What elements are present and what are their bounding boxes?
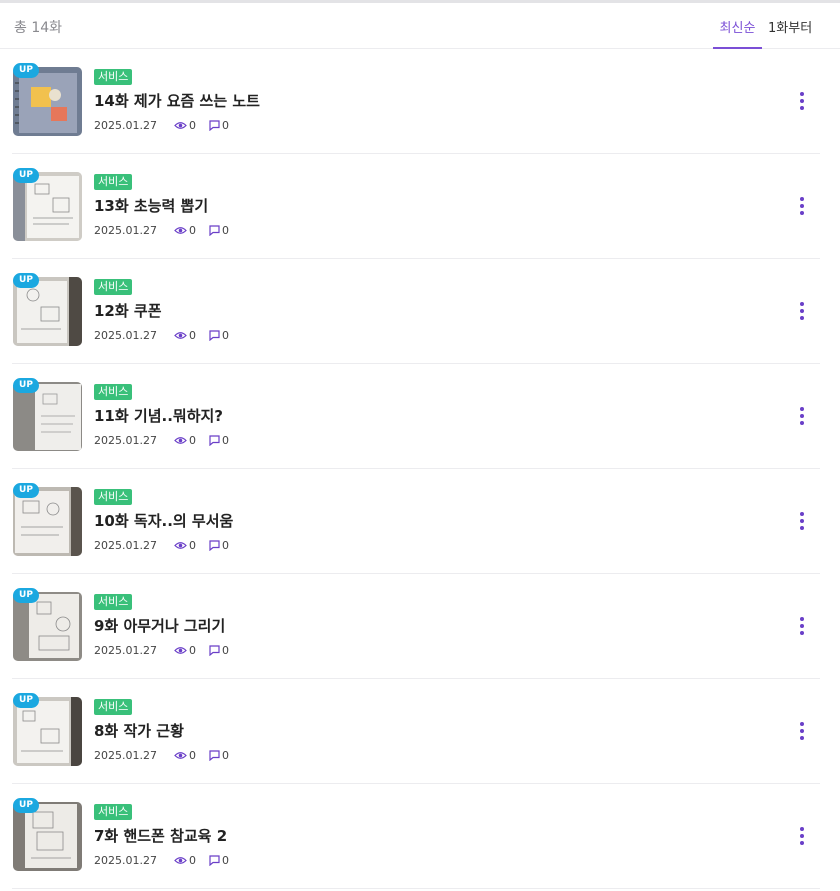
episode-row[interactable]: UP 서비스 7화 핸드폰 참교육 2 2025.01.27 0 0 [12, 784, 820, 889]
comment-icon [209, 540, 220, 551]
comment-count: 0 [222, 539, 229, 552]
sort-newest-tab[interactable]: 최신순 [713, 17, 762, 49]
category-tag: 서비스 [94, 699, 133, 715]
comment-icon [209, 120, 220, 131]
episode-title[interactable]: 14화 제가 요즘 쓰는 노트 [94, 90, 260, 111]
category-tag: 서비스 [94, 174, 133, 190]
comment-icon [209, 435, 220, 446]
more-options-icon[interactable] [794, 299, 810, 323]
up-badge: UP [13, 273, 39, 288]
eye-icon [174, 856, 187, 865]
view-count: 0 [189, 224, 196, 237]
comment-count: 0 [222, 854, 229, 867]
category-tag: 서비스 [94, 489, 133, 505]
more-options-icon[interactable] [794, 614, 810, 638]
episode-row[interactable]: UP 서비스 8화 작가 근황 2025.01.27 0 0 [12, 679, 820, 784]
episode-date: 2025.01.27 [94, 119, 157, 132]
category-tag: 서비스 [94, 594, 133, 610]
episode-list: UP 서비스 14화 제가 요즘 쓰는 노트 2025.01.27 0 0 UP… [0, 49, 840, 889]
comment-icon [209, 330, 220, 341]
view-count: 0 [189, 119, 196, 132]
category-tag: 서비스 [94, 279, 133, 295]
episode-row[interactable]: UP 서비스 13화 초능력 뽑기 2025.01.27 0 0 [12, 154, 820, 259]
episode-total: 총 14화 [14, 20, 63, 36]
eye-icon [174, 751, 187, 760]
episode-meta: 2025.01.27 0 0 [94, 224, 242, 237]
episode-meta: 2025.01.27 0 0 [94, 539, 242, 552]
episode-meta: 2025.01.27 0 0 [94, 854, 242, 867]
episode-title[interactable]: 12화 쿠폰 [94, 300, 162, 321]
comment-count: 0 [222, 749, 229, 762]
up-badge: UP [13, 693, 39, 708]
up-badge: UP [13, 378, 39, 393]
view-count: 0 [189, 539, 196, 552]
list-header: 총 14화 최신순 1화부터 [0, 3, 840, 49]
up-badge: UP [13, 168, 39, 183]
comment-count: 0 [222, 329, 229, 342]
episode-row[interactable]: UP 서비스 11화 기념..뭐하지? 2025.01.27 0 0 [12, 364, 820, 469]
episode-row[interactable]: UP 서비스 10화 독자..의 무서움 2025.01.27 0 0 [12, 469, 820, 574]
episode-date: 2025.01.27 [94, 539, 157, 552]
more-options-icon[interactable] [794, 824, 810, 848]
view-count: 0 [189, 749, 196, 762]
more-options-icon[interactable] [794, 194, 810, 218]
eye-icon [174, 121, 187, 130]
category-tag: 서비스 [94, 804, 133, 820]
view-count: 0 [189, 434, 196, 447]
comment-count: 0 [222, 224, 229, 237]
episode-meta: 2025.01.27 0 0 [94, 119, 242, 132]
up-badge: UP [13, 63, 39, 78]
category-tag: 서비스 [94, 384, 133, 400]
episode-date: 2025.01.27 [94, 224, 157, 237]
episode-date: 2025.01.27 [94, 749, 157, 762]
view-count: 0 [189, 644, 196, 657]
eye-icon [174, 331, 187, 340]
eye-icon [174, 541, 187, 550]
comment-count: 0 [222, 644, 229, 657]
episode-meta: 2025.01.27 0 0 [94, 749, 242, 762]
eye-icon [174, 226, 187, 235]
episode-date: 2025.01.27 [94, 854, 157, 867]
episode-meta: 2025.01.27 0 0 [94, 434, 242, 447]
comment-icon [209, 855, 220, 866]
more-options-icon[interactable] [794, 89, 810, 113]
episode-meta: 2025.01.27 0 0 [94, 329, 242, 342]
comment-count: 0 [222, 434, 229, 447]
episode-title[interactable]: 13화 초능력 뽑기 [94, 195, 208, 216]
episode-title[interactable]: 8화 작가 근황 [94, 720, 184, 741]
more-options-icon[interactable] [794, 509, 810, 533]
comment-icon [209, 750, 220, 761]
comment-icon [209, 225, 220, 236]
up-badge: UP [13, 588, 39, 603]
view-count: 0 [189, 854, 196, 867]
episode-title[interactable]: 7화 핸드폰 참교육 2 [94, 825, 227, 846]
episode-title[interactable]: 9화 아무거나 그리기 [94, 615, 225, 636]
episode-date: 2025.01.27 [94, 329, 157, 342]
view-count: 0 [189, 329, 196, 342]
more-options-icon[interactable] [794, 404, 810, 428]
episode-row[interactable]: UP 서비스 12화 쿠폰 2025.01.27 0 0 [12, 259, 820, 364]
episode-row[interactable]: UP 서비스 9화 아무거나 그리기 2025.01.27 0 0 [12, 574, 820, 679]
episode-date: 2025.01.27 [94, 644, 157, 657]
comment-count: 0 [222, 119, 229, 132]
eye-icon [174, 646, 187, 655]
eye-icon [174, 436, 187, 445]
more-options-icon[interactable] [794, 719, 810, 743]
sort-first-tab[interactable]: 1화부터 [768, 17, 812, 49]
up-badge: UP [13, 798, 39, 813]
comment-icon [209, 645, 220, 656]
episode-row[interactable]: UP 서비스 14화 제가 요즘 쓰는 노트 2025.01.27 0 0 [12, 49, 820, 154]
episode-title[interactable]: 10화 독자..의 무서움 [94, 510, 233, 531]
category-tag: 서비스 [94, 69, 133, 85]
episode-date: 2025.01.27 [94, 434, 157, 447]
episode-title[interactable]: 11화 기념..뭐하지? [94, 405, 223, 426]
up-badge: UP [13, 483, 39, 498]
episode-meta: 2025.01.27 0 0 [94, 644, 242, 657]
